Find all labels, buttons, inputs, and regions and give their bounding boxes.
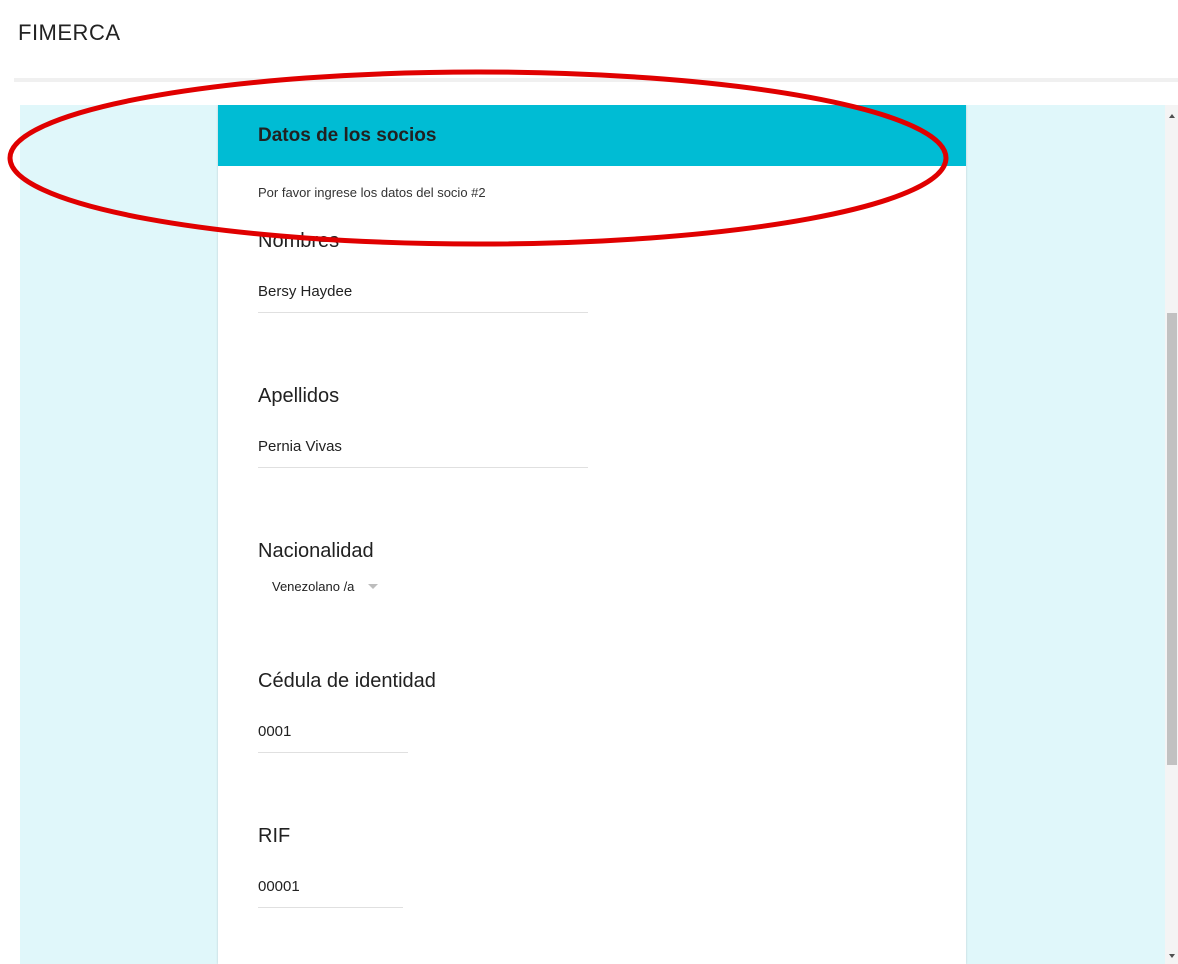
card-header: Datos de los socios	[218, 105, 966, 166]
vertical-scrollbar[interactable]	[1165, 105, 1178, 964]
form-description: Por favor ingrese los datos del socio #2	[258, 185, 486, 200]
header-divider	[14, 78, 1178, 82]
caret-down-icon	[368, 584, 379, 589]
rif-label: RIF	[258, 825, 291, 847]
form-viewport: Datos de los socios Por favor ingrese lo…	[20, 105, 1165, 964]
app-title: FIMERCA	[18, 20, 121, 45]
field-cedula: Cédula de identidad	[258, 670, 436, 753]
scroll-up-arrow-icon[interactable]	[1169, 114, 1175, 118]
cedula-input[interactable]	[258, 723, 408, 753]
apellidos-input[interactable]	[258, 438, 588, 468]
field-apellidos: Apellidos	[258, 385, 588, 468]
form-card: Datos de los socios Por favor ingrese lo…	[218, 105, 966, 964]
nombres-label: Nombres	[258, 230, 340, 252]
field-nombres: Nombres	[258, 230, 588, 313]
apellidos-label: Apellidos	[258, 385, 340, 407]
nacionalidad-selected-value: Venezolano /a	[272, 579, 355, 594]
cedula-label: Cédula de identidad	[258, 670, 436, 692]
nacionalidad-select[interactable]: Venezolano /a	[272, 579, 379, 594]
rif-input[interactable]	[258, 878, 403, 908]
field-rif: RIF	[258, 825, 403, 908]
scroll-down-arrow-icon[interactable]	[1169, 954, 1175, 958]
nombres-input[interactable]	[258, 283, 588, 313]
nacionalidad-label: Nacionalidad	[258, 540, 374, 562]
scroll-thumb[interactable]	[1167, 313, 1177, 765]
field-nacionalidad: Nacionalidad Venezolano /a	[258, 540, 379, 594]
card-header-title: Datos de los socios	[258, 124, 437, 146]
